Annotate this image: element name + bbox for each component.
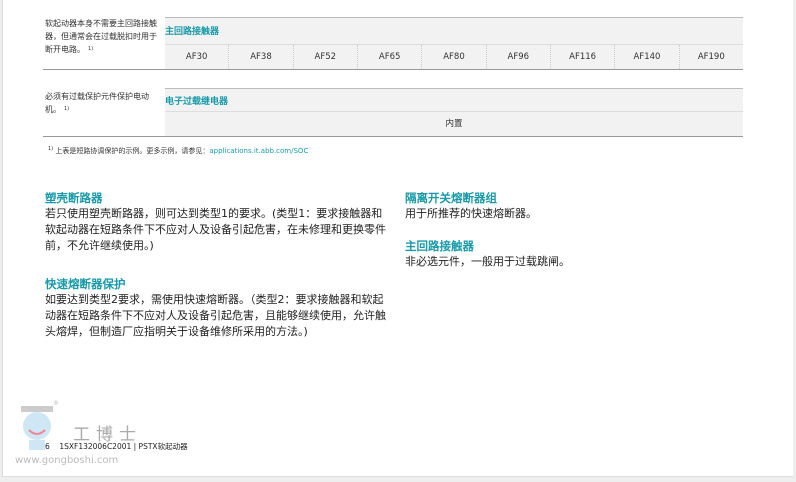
table-cell: AF190 [678,45,743,69]
table-cell: AF65 [356,45,421,69]
section-title: 快速熔断器保护 [45,277,126,291]
divider [43,69,743,70]
section-body: 非必选元件，一般用于过载跳闸。 [405,255,570,268]
document-page: 软起动器本身不需要主回路接触器，但通常会在过载脱扣时用于断开电路。 1) 主回路接… [2,0,793,477]
table-cell: AF38 [228,45,292,69]
table1-note: 软起动器本身不需要主回路接触器，但通常会在过载脱扣时用于断开电路。 1) [45,17,157,56]
page-number: 6 [45,442,50,451]
footnote: 1) 上表是短路协调保护的示例。更多示例，请参见：applications.it… [45,146,308,156]
section-title: 主回路接触器 [405,239,474,253]
table-cell: AF80 [421,45,485,69]
table-cell: AF30 [185,52,208,62]
watermark-url: www.gongboshi.com [15,455,119,466]
contactor-table: 主回路接触器 AF30 AF38 AF52 AF65 AF80 AF96 AF116 AF14… [165,17,743,69]
registered-mark: ® [53,400,59,407]
doc-id: 1SXF132006C2001 | PSTX软起动器 [59,442,188,451]
section-title: 塑壳断路器 [45,191,103,205]
section-switch-fuse: 隔离开关熔断器组 用于所推荐的快速熔断器。 [405,190,745,222]
divider [43,136,743,137]
page-footer: 6 1SXF132006C2001 | PSTX软起动器 [45,441,188,452]
section-mccb: 塑壳断路器 若只使用塑壳断路器，则可达到类型1的要求。(类型1：要求接触器和软起… [45,190,390,254]
table-cell: 内置 [445,119,463,129]
footnote-ref: 1) [64,106,70,112]
section-body: 如要达到类型2要求，需使用快速熔断器。（类型2：要求接触器和软起动器在短路条件下… [45,293,386,338]
table-cell: AF96 [485,45,550,69]
note-text: 软起动器本身不需要主回路接触器，但通常会在过载脱扣时用于断开电路。 [45,19,157,54]
table-cell: AF116 [549,45,614,69]
footnote-ref: 1) [88,46,94,52]
table-cell: AF52 [292,45,357,69]
table-cell: AF140 [614,45,678,69]
table-header: 主回路接触器 [165,18,743,45]
footnote-link[interactable]: applications.it.abb.com/SOC [209,147,308,155]
section-contactor: 主回路接触器 非必选元件，一般用于过载跳闸。 [405,238,745,270]
table-row: AF30 AF38 AF52 AF65 AF80 AF96 AF116 AF140 AF190 [165,45,743,69]
overload-table: 电子过载继电器 内置 [165,88,743,136]
note-text: 必须有过载保护元件保护电动机。 [45,92,149,114]
footnote-text: 上表是短路协调保护的示例。更多示例，请参见： [55,147,210,155]
section-body: 若只使用塑壳断路器，则可达到类型1的要求。(类型1：要求接触器和软起动器在短路条… [45,207,386,252]
table2-note: 必须有过载保护元件保护电动机。 1) [45,90,157,116]
section-body: 用于所推荐的快速熔断器。 [405,207,537,220]
table-header: 电子过载继电器 [165,89,743,112]
footnote-mark: 1) [48,146,54,152]
section-fuse: 快速熔断器保护 如要达到类型2要求，需使用快速熔断器。（类型2：要求接触器和软起… [45,276,390,340]
section-title: 隔离开关熔断器组 [405,191,497,205]
table-row: 内置 [165,112,743,136]
